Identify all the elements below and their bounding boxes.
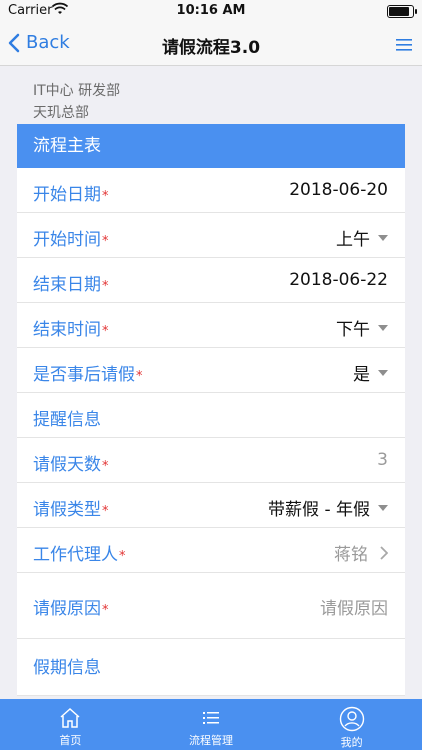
end-date-label: 结束日期* bbox=[33, 275, 109, 295]
clipped-text: ▔ ▔ ▔ bbox=[33, 70, 75, 80]
post-leave-row[interactable]: 是否事后请假* 是 bbox=[17, 348, 405, 393]
post-leave-select[interactable]: 是 bbox=[353, 360, 388, 385]
start-time-select[interactable]: 上午 bbox=[336, 225, 388, 250]
reason-label: 请假原因* bbox=[33, 599, 109, 619]
navigation-bar: Back 请假流程3.0 bbox=[0, 22, 422, 66]
leave-type-label: 请假类型* bbox=[33, 500, 109, 520]
dropdown-caret-icon bbox=[378, 234, 388, 241]
days-value: 3 bbox=[377, 450, 388, 470]
leave-type-select[interactable]: 带薪假 - 年假 bbox=[268, 495, 388, 520]
reminder-label: 提醒信息 bbox=[33, 410, 101, 430]
days-row: 请假天数* 3 bbox=[17, 438, 405, 483]
start-date-row[interactable]: 开始日期* 2018-06-20 bbox=[17, 168, 405, 213]
page-title: 请假流程3.0 bbox=[161, 38, 261, 58]
tab-mine-label: 我的 bbox=[340, 736, 363, 749]
end-time-row[interactable]: 结束时间* 下午 bbox=[17, 303, 405, 348]
days-label: 请假天数* bbox=[33, 455, 109, 475]
company-label: 天玑总部 bbox=[33, 105, 89, 121]
end-time-select[interactable]: 下午 bbox=[336, 315, 388, 340]
reason-input[interactable]: 请假原因 bbox=[320, 594, 388, 619]
agent-value[interactable]: 蒋铭 bbox=[334, 540, 388, 565]
holiday-info-label: 假期信息 bbox=[33, 658, 101, 678]
home-icon bbox=[60, 707, 80, 728]
end-date-value[interactable]: 2018-06-22 bbox=[289, 270, 388, 290]
end-date-row[interactable]: 结束日期* 2018-06-22 bbox=[17, 258, 405, 303]
start-time-row[interactable]: 开始时间* 上午 bbox=[17, 213, 405, 258]
battery-icon bbox=[387, 5, 417, 18]
start-time-label: 开始时间* bbox=[33, 230, 109, 250]
tab-process-label: 流程管理 bbox=[189, 734, 233, 747]
end-time-label: 结束时间* bbox=[33, 320, 109, 340]
agent-label: 工作代理人* bbox=[33, 545, 126, 565]
post-leave-label: 是否事后请假* bbox=[33, 365, 143, 385]
tab-process[interactable]: 流程管理 bbox=[141, 699, 282, 750]
chevron-right-icon bbox=[380, 545, 388, 560]
dropdown-caret-icon bbox=[378, 504, 388, 511]
org-info: ▔ ▔ ▔ IT中心 研发部 天玑总部 bbox=[33, 70, 120, 124]
list-icon bbox=[203, 712, 219, 724]
tab-bar: 首页 流程管理 我的 bbox=[0, 699, 422, 750]
tab-home-label: 首页 bbox=[59, 734, 82, 747]
reason-row[interactable]: 请假原因* 请假原因 bbox=[17, 573, 405, 638]
department-label: IT中心 研发部 bbox=[33, 83, 121, 99]
reminder-row: 提醒信息 bbox=[17, 393, 405, 438]
section-header: 流程主表 bbox=[17, 124, 405, 168]
dropdown-caret-icon bbox=[378, 369, 388, 376]
dropdown-caret-icon bbox=[378, 324, 388, 331]
user-icon bbox=[339, 706, 364, 732]
agent-row[interactable]: 工作代理人* 蒋铭 bbox=[17, 528, 405, 573]
scroll-content[interactable]: ▔ ▔ ▔ IT中心 研发部 天玑总部 流程主表 开始日期* 2018-06-2… bbox=[0, 66, 422, 699]
leave-form: 开始日期* 2018-06-20 开始时间* 上午 结束日期* 2018-06-… bbox=[17, 168, 405, 696]
hamburger-icon bbox=[396, 39, 412, 51]
tab-home[interactable]: 首页 bbox=[0, 699, 141, 750]
leave-type-row[interactable]: 请假类型* 带薪假 - 年假 bbox=[17, 483, 405, 528]
start-date-value[interactable]: 2018-06-20 bbox=[289, 180, 388, 200]
holiday-info-row: 假期信息 bbox=[17, 638, 405, 696]
menu-button[interactable] bbox=[396, 36, 412, 55]
tab-mine[interactable]: 我的 bbox=[281, 699, 422, 750]
start-date-label: 开始日期* bbox=[33, 185, 109, 205]
clock: 10:16 AM bbox=[176, 3, 246, 18]
status-bar: Carrier 10:16 AM bbox=[0, 0, 422, 22]
